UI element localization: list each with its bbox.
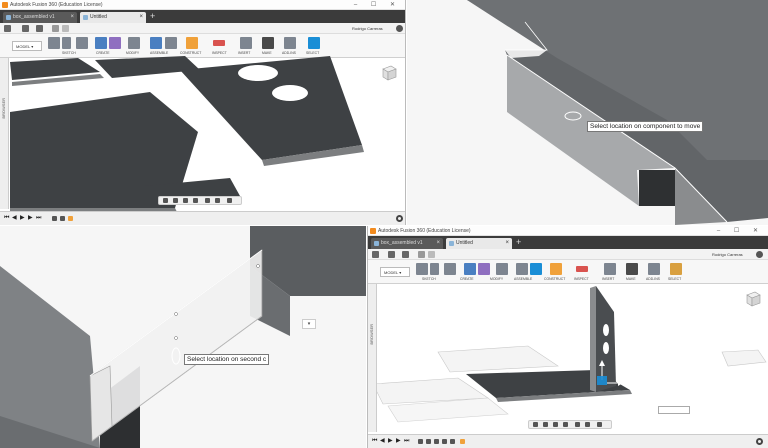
orbit-icon[interactable] [163, 198, 168, 203]
flat-part-top-middle [95, 56, 200, 78]
ghost-panel [89, 249, 263, 442]
view-toolbar [528, 420, 612, 429]
viewports-icon[interactable] [597, 422, 602, 427]
move-prompt-tooltip: Select location on component to move [587, 121, 704, 132]
grid-icon[interactable] [215, 198, 220, 203]
timeline-feature-icon[interactable] [434, 439, 439, 444]
timeline-feature-icon[interactable] [442, 439, 447, 444]
navigation-cube[interactable] [380, 64, 398, 82]
notch-shadow [639, 170, 675, 206]
panel-hole-bottom [603, 342, 609, 354]
step-forward-icon[interactable]: ▶ [28, 215, 34, 221]
viewports-icon[interactable] [227, 198, 232, 203]
screenshot-panel-4: Autodesk Fusion 360 (Education License) … [367, 226, 768, 448]
browser-panel[interactable]: BROWSER [368, 284, 377, 432]
skip-start-icon[interactable]: ⏮ [4, 215, 10, 221]
fit-icon[interactable] [563, 422, 568, 427]
play-icon[interactable]: ▶ [388, 438, 394, 444]
zoom-icon[interactable] [183, 198, 188, 203]
standing-panel-edge [590, 286, 596, 392]
skip-start-icon[interactable]: ⏮ [372, 438, 378, 444]
timeline-bar: ⏮ ◀ ▶ ▶ ⏭ [368, 434, 768, 448]
pan-icon[interactable] [173, 198, 178, 203]
grid-icon[interactable] [585, 422, 590, 427]
step-back-icon[interactable]: ◀ [12, 215, 18, 221]
step-forward-icon[interactable]: ▶ [396, 438, 402, 444]
pan-icon[interactable] [543, 422, 548, 427]
canvas-viewport-zoom-2[interactable] [0, 226, 366, 448]
base-top-face [0, 266, 100, 448]
navigation-cube[interactable] [744, 290, 762, 308]
timeline-marker-icon[interactable] [460, 439, 465, 444]
browser-label: BROWSER [369, 324, 374, 345]
panel-hole-top [603, 324, 609, 336]
timeline-feature-icon[interactable] [52, 216, 57, 221]
zoom-icon[interactable] [553, 422, 558, 427]
timeline-marker-icon[interactable] [68, 216, 73, 221]
screenshot-panel-2: Select location on component to move [407, 0, 768, 225]
canvas-viewport[interactable] [0, 0, 406, 225]
browser-label: BROWSER [1, 98, 6, 119]
display-icon[interactable] [575, 422, 580, 427]
browser-panel[interactable]: BROWSER [0, 58, 9, 209]
play-icon[interactable]: ▶ [20, 215, 26, 221]
second-location-tooltip: Select location on second c [184, 354, 270, 365]
view-toolbar [158, 196, 242, 205]
timeline-bar: ⏮ ◀ ▶ ▶ ⏭ [0, 211, 405, 225]
step-back-icon[interactable]: ◀ [380, 438, 386, 444]
move-gizmo-center [597, 376, 607, 385]
timeline-feature-icon[interactable] [60, 216, 65, 221]
screenshot-panel-1: Autodesk Fusion 360 (Education License) … [0, 0, 406, 225]
display-icon[interactable] [205, 198, 210, 203]
screenshot-panel-3: ▾ Select location on second c [0, 226, 366, 448]
orbit-icon[interactable] [533, 422, 538, 427]
timeline-feature-icon[interactable] [426, 439, 431, 444]
settings-gear-icon[interactable] [396, 215, 403, 222]
timeline-feature-icon[interactable] [450, 439, 455, 444]
hole-top [238, 65, 278, 81]
canvas-viewport[interactable] [368, 226, 768, 448]
snap-point [174, 336, 178, 340]
canvas-viewport-zoom[interactable] [407, 0, 768, 225]
hole-middle [272, 85, 308, 101]
skip-end-icon[interactable]: ⏭ [36, 215, 42, 221]
snap-point [174, 312, 178, 316]
move-distance-input[interactable] [658, 406, 690, 414]
ghost-part-right [721, 349, 767, 367]
dropdown-toggle[interactable]: ▾ [302, 319, 316, 329]
snap-point [256, 264, 260, 268]
ghost-part-left [437, 345, 559, 373]
skip-end-icon[interactable]: ⏭ [404, 438, 410, 444]
fit-icon[interactable] [193, 198, 198, 203]
settings-gear-icon[interactable] [756, 438, 763, 445]
timeline-feature-icon[interactable] [418, 439, 423, 444]
